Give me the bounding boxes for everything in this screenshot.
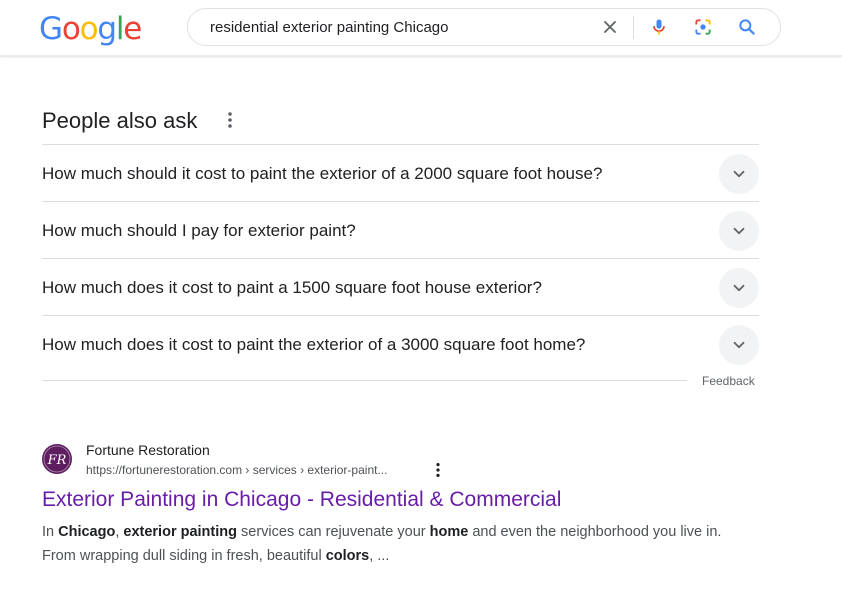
paa-question-item[interactable]: How much does it cost to paint a 1500 sq…: [42, 259, 759, 316]
logo-letter: G: [39, 11, 63, 47]
paa-question-text: How much should I pay for exterior paint…: [42, 221, 356, 240]
paa-question-item[interactable]: How much should I pay for exterior paint…: [42, 202, 759, 259]
search-input[interactable]: residential exterior painting Chicago: [210, 19, 448, 37]
chevron-down-icon[interactable]: [719, 268, 759, 308]
logo-letter: g: [97, 11, 117, 47]
close-icon[interactable]: [600, 17, 620, 37]
snippet-text: In: [42, 524, 59, 540]
paa-question-text: How much should it cost to paint the ext…: [42, 164, 603, 183]
site-favicon[interactable]: FR: [42, 444, 72, 474]
search-divider: [633, 16, 634, 39]
result-site-name[interactable]: Fortune Restoration: [86, 441, 210, 459]
snippet-bold: exterior painting: [123, 524, 237, 540]
search-icon[interactable]: [737, 17, 757, 37]
favicon-letter: FR: [47, 453, 67, 468]
chevron-down-icon[interactable]: [719, 154, 759, 194]
logo-letter: o: [79, 11, 99, 47]
top-header: Google residential exterior painting Chi…: [0, 0, 842, 56]
feedback-divider: [42, 380, 687, 381]
snippet-bold: home: [429, 524, 469, 540]
snippet-bold: colors: [325, 548, 370, 564]
chevron-down-icon[interactable]: [719, 211, 759, 251]
logo-letter: e: [123, 11, 142, 47]
microphone-icon[interactable]: [649, 17, 669, 37]
more-vertical-icon[interactable]: [429, 461, 447, 479]
search-box[interactable]: residential exterior painting Chicago: [187, 8, 781, 46]
snippet-bold: Chicago: [58, 524, 116, 540]
paa-question-text: How much does it cost to paint the exter…: [42, 335, 586, 354]
google-logo[interactable]: Google: [39, 11, 142, 47]
logo-letter: o: [61, 11, 81, 47]
snippet-text: services can rejuvenate your: [237, 524, 430, 540]
people-also-ask-title: People also ask: [42, 108, 198, 133]
people-also-ask-list: How much should it cost to paint the ext…: [42, 144, 759, 373]
paa-question-item[interactable]: How much should it cost to paint the ext…: [42, 145, 759, 202]
google-lens-icon[interactable]: [693, 17, 713, 37]
paa-question-item[interactable]: How much does it cost to paint the exter…: [42, 316, 759, 373]
snippet-text: , ...: [369, 548, 390, 564]
paa-question-text: How much does it cost to paint a 1500 sq…: [42, 278, 542, 297]
feedback-link[interactable]: Feedback: [702, 374, 755, 388]
result-snippet: In Chicago, exterior painting services c…: [42, 520, 722, 568]
result-url[interactable]: https://fortunerestoration.com › service…: [86, 462, 387, 478]
more-vertical-icon[interactable]: [220, 110, 240, 130]
chevron-down-icon[interactable]: [719, 325, 759, 365]
result-title-link[interactable]: Exterior Painting in Chicago - Residenti…: [42, 487, 561, 513]
logo-letter: l: [115, 11, 125, 47]
